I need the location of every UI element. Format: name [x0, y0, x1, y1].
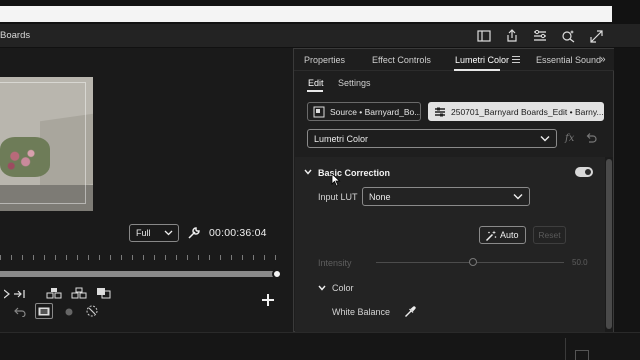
color-collapse-caret-icon[interactable]: [318, 284, 326, 292]
tab-properties[interactable]: Properties: [304, 55, 345, 65]
clip-icon: [313, 106, 325, 118]
reset-label: Reset: [538, 230, 561, 240]
color-section-label[interactable]: Color: [332, 283, 354, 293]
chevron-down-icon: [540, 134, 550, 145]
fx-icon[interactable]: fx: [565, 133, 574, 144]
browser-address-area: [0, 6, 612, 22]
auto-button[interactable]: Auto: [479, 226, 526, 244]
add-button-icon[interactable]: [262, 294, 274, 306]
intensity-slider-knob[interactable]: [469, 258, 477, 266]
intensity-value: 50.0: [572, 258, 588, 267]
input-lut-value: None: [369, 191, 391, 202]
source-clip-label: Source • Barnyard_Bo...: [330, 106, 421, 117]
source-clip-button[interactable]: Source • Barnyard_Bo...: [307, 102, 421, 121]
lumetri-panel: Properties Effect Controls Lumetri Color…: [293, 48, 615, 333]
intensity-label: Intensity: [318, 258, 352, 268]
chevron-down-icon: [164, 228, 173, 239]
more-tabs-icon[interactable]: »: [600, 54, 606, 65]
record-dot-icon[interactable]: [61, 305, 77, 319]
bottom-panel-edge: [575, 350, 589, 360]
subtab-edit[interactable]: Edit: [308, 78, 324, 88]
reset-arrow-icon[interactable]: [585, 132, 597, 144]
right-edge-panel: [614, 48, 640, 332]
scrollbar-thumb[interactable]: [606, 159, 612, 329]
insert-icon[interactable]: [46, 286, 62, 300]
panel-icon[interactable]: [476, 28, 492, 44]
sequence-icon: [434, 106, 446, 118]
input-lut-dropdown[interactable]: None: [362, 187, 530, 206]
timecode: 00:00:36:04: [209, 227, 267, 239]
effect-dropdown[interactable]: Lumetri Color: [307, 129, 557, 148]
title-bar: Boards: [0, 24, 640, 48]
magic-wand-icon: [485, 230, 497, 242]
playhead[interactable]: [272, 269, 282, 279]
basic-correction-toggle[interactable]: [575, 167, 593, 177]
target-clip-button[interactable]: 250701_Barnyard Boards_Edit • Barny...: [428, 102, 604, 121]
reset-button[interactable]: Reset: [533, 226, 566, 244]
subtab-settings[interactable]: Settings: [338, 78, 371, 88]
share-icon[interactable]: [504, 28, 520, 44]
input-lut-label: Input LUT: [318, 192, 358, 202]
bottom-strip: [0, 332, 640, 360]
tab-essential-sound[interactable]: Essential Sound: [536, 55, 601, 65]
active-tab-indicator: [454, 69, 500, 71]
subtab-indicator: [307, 90, 323, 92]
fit-value: Full: [136, 228, 151, 238]
eyedropper-icon[interactable]: [404, 306, 416, 318]
target-clip-label: 250701_Barnyard Boards_Edit • Barny...: [451, 106, 604, 117]
undo-icon[interactable]: [12, 305, 28, 319]
tab-lumetri-color[interactable]: Lumetri Color: [455, 55, 509, 65]
panel-tab-bar: Properties Effect Controls Lumetri Color…: [294, 49, 615, 71]
bottom-divider: [565, 338, 566, 360]
panel-scrollbar[interactable]: [605, 157, 613, 333]
auto-label: Auto: [500, 230, 519, 240]
search-sparkle-icon[interactable]: [560, 28, 576, 44]
safe-margins-button[interactable]: [35, 303, 53, 319]
chevron-down-icon: [513, 192, 523, 203]
effect-dropdown-value: Lumetri Color: [314, 133, 369, 144]
export-frame-icon[interactable]: [96, 286, 112, 300]
mouse-cursor-icon: [331, 173, 341, 187]
menu-list-icon[interactable]: [532, 28, 548, 44]
sequence-title: Boards: [0, 30, 31, 41]
tab-effect-controls[interactable]: Effect Controls: [372, 55, 431, 65]
safe-margin-guide: [0, 82, 86, 204]
go-to-out-icon[interactable]: [12, 287, 28, 301]
overwrite-icon[interactable]: [71, 286, 87, 300]
wrench-icon[interactable]: [187, 226, 201, 240]
white-balance-label: White Balance: [332, 307, 391, 317]
fit-dropdown[interactable]: Full: [129, 224, 179, 242]
basic-correction-header[interactable]: Basic Correction: [318, 168, 390, 178]
panel-menu-icon[interactable]: [512, 56, 520, 63]
expand-icon[interactable]: [588, 28, 604, 44]
proxy-toggle-icon[interactable]: [84, 304, 100, 318]
time-ruler[interactable]: [0, 252, 283, 260]
playback-bar[interactable]: [0, 271, 278, 277]
collapse-caret-icon[interactable]: [304, 168, 312, 176]
